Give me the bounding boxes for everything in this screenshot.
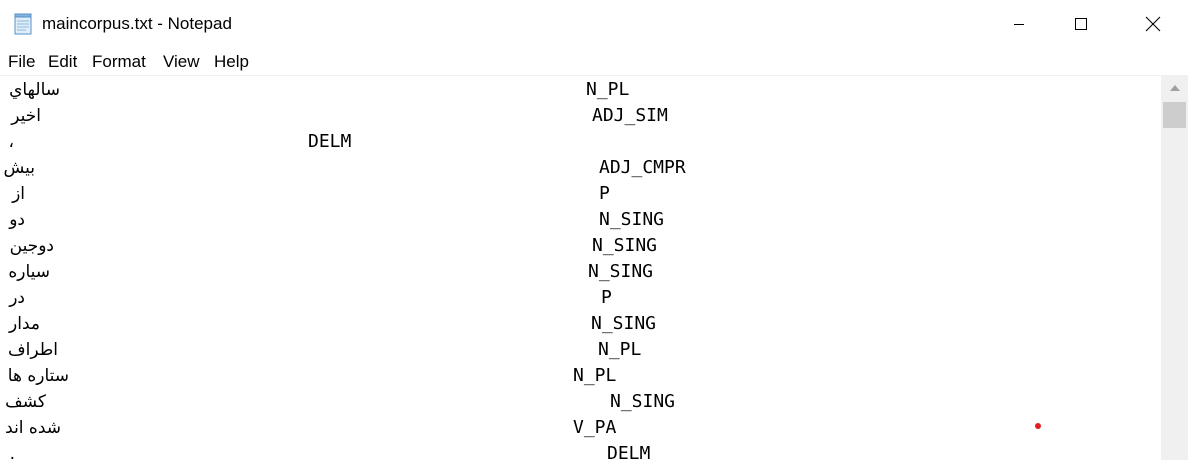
scroll-up-button[interactable] (1161, 76, 1188, 100)
word-text: دو (9, 210, 25, 230)
text-line: . DELM (0, 442, 1161, 460)
word-text: سياره (8, 262, 50, 282)
word-text: اخير (11, 106, 41, 126)
word-text: مدار (9, 314, 40, 334)
word-text: اطراف (8, 340, 58, 360)
scrollbar-thumb[interactable] (1163, 102, 1186, 128)
menu-file[interactable]: File (8, 52, 35, 72)
tag-text: P (599, 183, 610, 204)
tag-text: N_PL (573, 365, 617, 386)
close-icon (1145, 16, 1161, 32)
word-text: شده اند (5, 418, 61, 438)
tag-text: N_SING (599, 209, 665, 230)
menu-format[interactable]: Format (92, 52, 146, 72)
text-line: اطراف N_PL (0, 338, 1161, 364)
maximize-icon (1075, 18, 1087, 30)
text-line: بيش ADJ_CMPR (0, 156, 1161, 182)
menu-view[interactable]: View (163, 52, 200, 72)
title-bar[interactable]: maincorpus.txt - Notepad (0, 0, 1188, 48)
text-line: در P (0, 286, 1161, 312)
tag-text: DELM (308, 131, 352, 152)
text-line: ستاره ها N_PL (0, 364, 1161, 390)
word-text: سالهاي (9, 80, 60, 100)
menu-help[interactable]: Help (214, 52, 249, 72)
tag-text: N_SING (588, 261, 654, 282)
menu-edit[interactable]: Edit (48, 52, 77, 72)
notepad-window: maincorpus.txt - Notepad File Edit Forma… (0, 0, 1188, 460)
text-line: كشف N_SING (0, 390, 1161, 416)
word-text: ستاره ها (7, 366, 69, 386)
tag-text: N_SING (591, 313, 657, 334)
notepad-icon (13, 13, 33, 35)
text-line: ، DELM (0, 130, 1161, 156)
menu-bar: File Edit Format View Help (0, 48, 1188, 75)
vertical-scrollbar[interactable] (1161, 76, 1188, 460)
word-text: . (9, 444, 15, 460)
text-line: مدار N_SING (0, 312, 1161, 338)
chevron-up-icon (1169, 85, 1180, 91)
tag-text: N_PL (598, 339, 642, 360)
text-editor[interactable]: سالهاي N_PL اخير ADJ_SIM ، DELM بيش ADJ_… (0, 76, 1161, 460)
window-title: maincorpus.txt - Notepad (42, 14, 232, 33)
tag-text: P (601, 287, 612, 308)
text-line: دوجين N_SING (0, 234, 1161, 260)
tag-text: ADJ_CMPR (599, 157, 686, 178)
tag-text: V_PA (573, 417, 617, 438)
text-line: سالهاي N_PL (0, 78, 1161, 104)
text-line: سياره N_SING (0, 260, 1161, 286)
tag-text: N_SING (610, 391, 676, 412)
word-text: در (9, 288, 25, 308)
text-line: از P (0, 182, 1161, 208)
red-dot-marker (1035, 423, 1041, 429)
word-text: دوجين (9, 236, 54, 256)
tag-text: N_PL (586, 79, 630, 100)
tag-text: DELM (607, 443, 651, 460)
tag-text: ADJ_SIM (592, 105, 668, 126)
tag-text: N_SING (592, 235, 658, 256)
text-line: شده اند V_PA (0, 416, 1161, 442)
text-line: اخير ADJ_SIM (0, 104, 1161, 130)
minimize-button[interactable] (996, 0, 1042, 48)
word-text: كشف (5, 392, 46, 412)
close-button[interactable] (1130, 0, 1176, 48)
text-line: دو N_SING (0, 208, 1161, 234)
word-text: ، (8, 132, 15, 152)
word-text: بيش (3, 158, 35, 178)
maximize-button[interactable] (1058, 0, 1104, 48)
minimize-icon (1014, 24, 1024, 25)
word-text: از (12, 184, 25, 204)
